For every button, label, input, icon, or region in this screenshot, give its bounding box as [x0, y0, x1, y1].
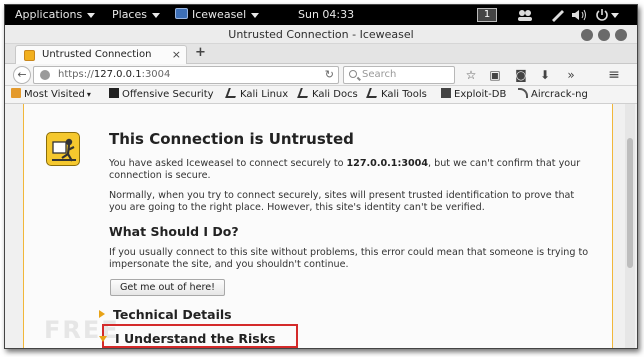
bookmark-label: Exploit-DB	[454, 89, 507, 100]
bookmark-exploit-db[interactable]: Exploit-DB	[441, 86, 506, 104]
expand-arrow-icon	[99, 310, 105, 318]
iceweasel-app-icon	[175, 8, 188, 19]
url-scheme: https://	[58, 69, 94, 80]
bookmark-kali-tools[interactable]: Kali Tools	[366, 86, 427, 104]
normally-paragraph: Normally, when you try to connect secure…	[109, 190, 575, 213]
new-tab-button[interactable]: +	[195, 44, 206, 62]
screenshot-frame: Applications Places Iceweasel Sun 04:33 …	[4, 4, 638, 349]
places-label: Places	[112, 8, 147, 21]
bookmark-offensive-security[interactable]: Offensive Security	[109, 86, 214, 104]
bookmark-label: Most Visited	[24, 89, 85, 100]
bookmark-aircrack-ng[interactable]: Aircrack-ng	[518, 86, 588, 104]
page-content: This Connection is Untrusted You have as…	[5, 104, 637, 348]
pocket-icon[interactable]: ◙	[513, 66, 529, 84]
bookmark-label: Offensive Security	[122, 89, 214, 100]
app-menu[interactable]: Iceweasel	[175, 5, 260, 25]
technical-details-expander[interactable]: Technical Details	[99, 307, 232, 322]
intro-text-pre: You have asked Iceweasel to connect secu…	[109, 158, 347, 169]
url-host: 127.0.0.1	[93, 69, 142, 80]
people-icon[interactable]	[517, 8, 533, 22]
navigation-bar: ← https://127.0.0.1:3004 ↻ Search ☆ ▣ ◙ …	[5, 64, 637, 86]
bookmark-most-visited[interactable]: Most Visited ▾	[11, 86, 91, 104]
applications-label: Applications	[15, 8, 83, 21]
url-text[interactable]: https://127.0.0.1:3004	[58, 67, 170, 83]
aircrack-icon	[518, 88, 528, 98]
tab-strip: Untrusted Connection × +	[5, 44, 637, 65]
power-menu-chevron-icon[interactable]	[611, 13, 619, 18]
maximize-button[interactable]	[598, 29, 610, 41]
warning-favicon-icon	[24, 50, 35, 61]
advice-paragraph: If you usually connect to this site with…	[109, 247, 589, 270]
tab-close-icon[interactable]: ×	[172, 46, 181, 64]
bookmark-label: Kali Linux	[240, 89, 289, 100]
bookmark-label: Kali Tools	[381, 89, 427, 100]
reload-icon[interactable]: ↻	[325, 67, 334, 83]
tab-untrusted-connection[interactable]: Untrusted Connection ×	[15, 45, 187, 65]
back-button[interactable]: ←	[13, 66, 31, 84]
bookmark-label: Kali Docs	[312, 89, 358, 100]
app-menu-label: Iceweasel	[192, 8, 247, 21]
understand-risks-expander[interactable]: I Understand the Risks	[99, 331, 276, 346]
url-port: :3004	[141, 69, 171, 80]
untrusted-warning-icon	[46, 132, 80, 166]
url-bar[interactable]: https://127.0.0.1:3004 ↻	[33, 66, 339, 84]
intro-paragraph: You have asked Iceweasel to connect secu…	[109, 158, 591, 182]
chevron-down-icon: ▾	[86, 90, 91, 99]
folder-icon	[11, 88, 21, 98]
download-icon[interactable]: ⬇	[537, 66, 553, 84]
chevron-down-icon	[151, 12, 160, 18]
kali-dragon-icon	[225, 88, 239, 98]
search-bar[interactable]: Search	[343, 66, 455, 84]
kali-dragon-icon	[366, 88, 380, 98]
kali-dragon-icon	[297, 88, 311, 98]
site-identity-icon[interactable]	[40, 70, 50, 80]
hamburger-menu-icon[interactable]: ≡	[606, 66, 622, 84]
intro-host: 127.0.0.1:3004	[346, 158, 429, 169]
technical-details-label: Technical Details	[113, 307, 232, 322]
bookmark-label: Aircrack-ng	[531, 89, 588, 100]
bookmark-kali-linux[interactable]: Kali Linux	[225, 86, 289, 104]
places-menu[interactable]: Places	[112, 5, 160, 25]
clock[interactable]: Sun 04:33	[298, 5, 354, 25]
applications-menu[interactable]: Applications	[15, 5, 96, 25]
bookmark-star-icon[interactable]: ☆	[463, 66, 479, 84]
chevron-down-icon	[251, 12, 260, 18]
search-placeholder: Search	[362, 69, 397, 80]
overflow-chevron-icon[interactable]: »	[563, 66, 579, 84]
power-icon[interactable]	[595, 8, 609, 22]
scrollbar-thumb[interactable]	[627, 138, 633, 268]
chevron-down-icon	[87, 12, 96, 18]
tab-label: Untrusted Connection	[42, 49, 152, 60]
page-title: This Connection is Untrusted	[109, 130, 354, 148]
bookmark-kali-docs[interactable]: Kali Docs	[297, 86, 358, 104]
gnome-top-bar: Applications Places Iceweasel Sun 04:33 …	[5, 5, 637, 25]
volume-icon[interactable]	[571, 8, 589, 22]
minimize-button[interactable]	[581, 29, 593, 41]
error-page-box: This Connection is Untrusted You have as…	[23, 104, 613, 348]
what-should-i-do-heading: What Should I Do?	[109, 224, 239, 239]
pen-tool-icon[interactable]	[550, 8, 566, 22]
understand-risks-label: I Understand the Risks	[115, 331, 276, 346]
reading-list-icon[interactable]: ▣	[487, 66, 503, 84]
workspace-indicator[interactable]: 1	[477, 8, 497, 22]
search-icon	[349, 70, 357, 78]
collapse-arrow-icon	[99, 336, 107, 342]
window-title: Untrusted Connection - Iceweasel	[228, 28, 414, 41]
window-titlebar[interactable]: Untrusted Connection - Iceweasel	[5, 25, 637, 44]
page-scrollbar[interactable]	[625, 104, 635, 348]
offsec-icon	[109, 88, 119, 98]
get-me-out-button[interactable]: Get me out of here!	[110, 279, 225, 296]
close-window-button[interactable]	[615, 29, 627, 41]
bookmarks-toolbar: Most Visited ▾ Offensive Security Kali Li…	[5, 86, 637, 104]
exploitdb-icon	[441, 88, 451, 98]
